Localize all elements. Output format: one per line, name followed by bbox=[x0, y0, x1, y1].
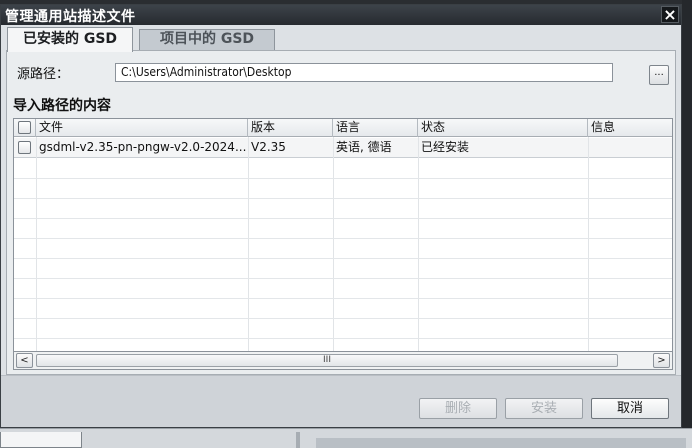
column-gridline bbox=[588, 137, 589, 351]
scrollbar-thumb[interactable]: III bbox=[36, 354, 618, 367]
background-panel bbox=[0, 432, 82, 448]
source-path-input[interactable]: C:\Users\Administrator\Desktop bbox=[115, 63, 613, 82]
install-button[interactable]: 安装 bbox=[505, 398, 583, 419]
row-gridline bbox=[14, 198, 672, 199]
tab-installed-gsd[interactable]: 已安装的 GSD bbox=[7, 27, 133, 52]
delete-button[interactable]: 删除 bbox=[419, 398, 497, 419]
browse-button[interactable]: ... bbox=[649, 65, 669, 85]
row-checkbox[interactable] bbox=[18, 141, 31, 154]
select-all-cell bbox=[14, 119, 36, 137]
row-gridline bbox=[14, 298, 672, 299]
row-gridline bbox=[14, 318, 672, 319]
column-gridline bbox=[418, 137, 419, 351]
dialog-titlebar[interactable]: 管理通用站描述文件 × bbox=[1, 5, 681, 25]
row-gridline bbox=[14, 338, 672, 339]
row-status: 已经安装 bbox=[421, 140, 470, 154]
column-header-info[interactable]: 信息 bbox=[588, 119, 672, 137]
row-info bbox=[588, 138, 672, 157]
table-header: 文件 版本 语言 状态 信息 bbox=[14, 119, 672, 137]
row-separator bbox=[14, 157, 672, 158]
tab-strip: 已安装的 GSD 项目中的 GSD bbox=[1, 25, 681, 52]
row-version: V2.35 bbox=[251, 140, 286, 154]
background-divider bbox=[296, 432, 300, 448]
scroll-right-button[interactable]: > bbox=[653, 353, 670, 368]
cancel-button[interactable]: 取消 bbox=[591, 398, 669, 419]
column-gridline bbox=[333, 137, 334, 351]
row-gridline bbox=[14, 218, 672, 219]
column-header-language[interactable]: 语言 bbox=[333, 119, 418, 137]
column-gridline bbox=[36, 137, 37, 351]
row-language: 英语, 德语 bbox=[336, 140, 392, 154]
select-all-checkbox[interactable] bbox=[18, 121, 31, 134]
row-gridline bbox=[14, 178, 672, 179]
dialog-title: 管理通用站描述文件 bbox=[5, 9, 136, 25]
manage-gsd-dialog: 管理通用站描述文件 × 已安装的 GSD 项目中的 GSD 源路径： C:\Us… bbox=[0, 4, 682, 428]
close-button[interactable]: × bbox=[661, 6, 679, 23]
background-panel bbox=[316, 438, 686, 448]
installed-gsd-panel: 源路径： C:\Users\Administrator\Desktop ... … bbox=[6, 50, 676, 375]
column-header-version[interactable]: 版本 bbox=[248, 119, 333, 137]
table-row[interactable]: gsdml-v2.35-pn-pngw-v2.0-2024... V2.35 英… bbox=[14, 138, 672, 157]
row-gridline bbox=[14, 258, 672, 259]
column-gridline bbox=[248, 137, 249, 351]
gsd-file-table: 文件 版本 语言 状态 信息 gsdml-v2.35-pn-pngw-v2.0-… bbox=[13, 118, 673, 352]
row-gridline bbox=[14, 238, 672, 239]
background-app-edge bbox=[682, 0, 692, 448]
dialog-footer: 删除 安装 取消 bbox=[1, 375, 681, 427]
column-header-file[interactable]: 文件 bbox=[36, 119, 248, 137]
source-path-label: 源路径： bbox=[17, 67, 70, 82]
horizontal-scrollbar[interactable]: < III > bbox=[13, 352, 673, 370]
row-gridline bbox=[14, 278, 672, 279]
column-header-status[interactable]: 状态 bbox=[418, 119, 588, 137]
row-file: gsdml-v2.35-pn-pngw-v2.0-2024... bbox=[39, 140, 247, 154]
import-content-title: 导入路径的内容 bbox=[13, 98, 111, 114]
scroll-left-button[interactable]: < bbox=[16, 353, 33, 368]
tab-project-gsd[interactable]: 项目中的 GSD bbox=[139, 29, 275, 50]
